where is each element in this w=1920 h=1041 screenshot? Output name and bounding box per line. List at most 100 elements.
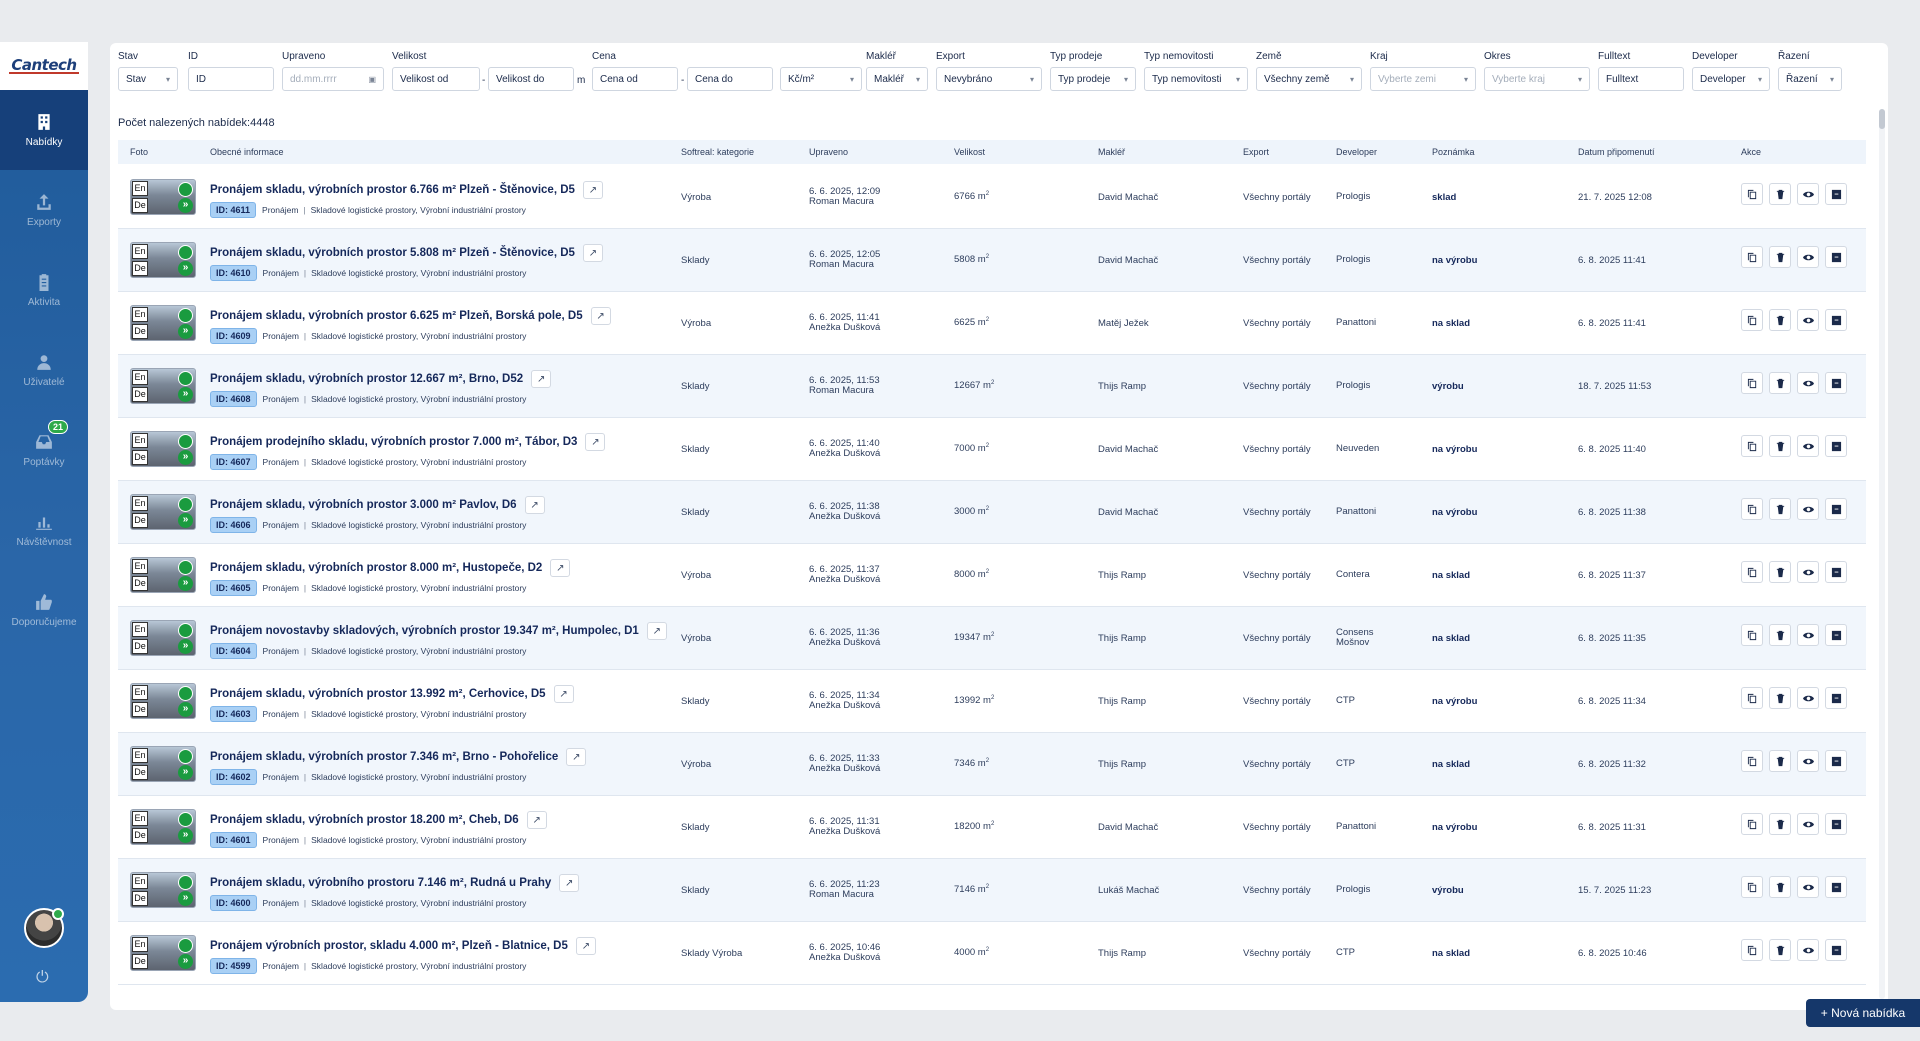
table-row[interactable]: En De » Pronájem novostavby skladových, …	[118, 607, 1866, 670]
broker-select[interactable]: Makléř ▾	[866, 67, 928, 91]
new-offer-button[interactable]: + Nová nabídka	[1806, 999, 1920, 1027]
property-photo[interactable]: En De »	[130, 305, 196, 341]
calendar-icon[interactable]: ▣	[364, 75, 376, 84]
table-row[interactable]: En De » Pronájem skladu, výrobních prost…	[118, 481, 1866, 544]
copy-button[interactable]	[1741, 561, 1763, 583]
offer-title[interactable]: Pronájem skladu, výrobních prostor 6.625…	[210, 307, 611, 325]
archive-button[interactable]	[1825, 561, 1847, 583]
preview-button[interactable]	[1797, 813, 1819, 835]
table-row[interactable]: En De » Pronájem skladu, výrobních prost…	[118, 733, 1866, 796]
property-photo[interactable]: En De »	[130, 494, 196, 530]
offer-title[interactable]: Pronájem skladu, výrobních prostor 18.20…	[210, 811, 547, 829]
preview-button[interactable]	[1797, 939, 1819, 961]
copy-button[interactable]	[1741, 687, 1763, 709]
delete-button[interactable]	[1769, 939, 1791, 961]
archive-button[interactable]	[1825, 750, 1847, 772]
sidebar-item-nabidky[interactable]: Nabídky	[0, 90, 88, 170]
sidebar-item-poptavky[interactable]: 21 Poptávky	[0, 410, 88, 490]
archive-button[interactable]	[1825, 372, 1847, 394]
developer-select[interactable]: Developer ▾	[1692, 67, 1770, 91]
copy-button[interactable]	[1741, 876, 1763, 898]
external-link-icon[interactable]: ↗	[559, 874, 580, 892]
scrollbar-thumb[interactable]	[1879, 109, 1885, 129]
preview-button[interactable]	[1797, 876, 1819, 898]
offer-title[interactable]: Pronájem skladu, výrobních prostor 3.000…	[210, 496, 545, 514]
preview-button[interactable]	[1797, 624, 1819, 646]
scrollbar-track[interactable]	[1879, 109, 1885, 999]
copy-button[interactable]	[1741, 372, 1763, 394]
external-link-icon[interactable]: ↗	[582, 244, 603, 262]
preview-button[interactable]	[1797, 309, 1819, 331]
sidebar-item-navstevnost[interactable]: Návštěvnost	[0, 490, 88, 570]
archive-button[interactable]	[1825, 246, 1847, 268]
preview-button[interactable]	[1797, 183, 1819, 205]
archive-button[interactable]	[1825, 183, 1847, 205]
preview-button[interactable]	[1797, 498, 1819, 520]
offer-title[interactable]: Pronájem skladu, výrobního prostoru 7.14…	[210, 874, 580, 892]
property-photo[interactable]: En De »	[130, 620, 196, 656]
external-link-icon[interactable]: ↗	[575, 937, 596, 955]
external-link-icon[interactable]: ↗	[646, 622, 667, 640]
table-row[interactable]: En De » Pronájem skladu, výrobního prost…	[118, 859, 1866, 922]
size-to-input[interactable]: Velikost do	[488, 67, 574, 91]
table-row[interactable]: En De » Pronájem skladu, výrobních prost…	[118, 229, 1866, 292]
property-photo[interactable]: En De »	[130, 746, 196, 782]
copy-button[interactable]	[1741, 183, 1763, 205]
delete-button[interactable]	[1769, 561, 1791, 583]
external-link-icon[interactable]: ↗	[566, 748, 587, 766]
currency-select[interactable]: Kč/m² ▾	[780, 67, 862, 91]
external-link-icon[interactable]: ↗	[553, 685, 574, 703]
price-from-input[interactable]: Cena od	[592, 67, 678, 91]
external-link-icon[interactable]: ↗	[550, 559, 571, 577]
offer-title[interactable]: Pronájem novostavby skladových, výrobníc…	[210, 622, 667, 640]
offer-title[interactable]: Pronájem prodejního skladu, výrobních pr…	[210, 433, 606, 451]
property-photo[interactable]: En De »	[130, 809, 196, 845]
table-row[interactable]: En De » Pronájem prodejního skladu, výro…	[118, 418, 1866, 481]
delete-button[interactable]	[1769, 687, 1791, 709]
archive-button[interactable]	[1825, 498, 1847, 520]
id-input[interactable]: ID	[188, 67, 274, 91]
avatar[interactable]	[24, 908, 64, 948]
delete-button[interactable]	[1769, 813, 1791, 835]
archive-button[interactable]	[1825, 813, 1847, 835]
stav-select[interactable]: Stav ▾	[118, 67, 178, 91]
offer-title[interactable]: Pronájem skladu, výrobních prostor 8.000…	[210, 559, 571, 577]
table-row[interactable]: En De » Pronájem skladu, výrobních prost…	[118, 166, 1866, 229]
copy-button[interactable]	[1741, 498, 1763, 520]
delete-button[interactable]	[1769, 183, 1791, 205]
table-row[interactable]: En De » Pronájem výrobních prostor, skla…	[118, 922, 1866, 985]
property-photo[interactable]: En De »	[130, 872, 196, 908]
table-row[interactable]: En De » Pronájem skladu, výrobních prost…	[118, 292, 1866, 355]
delete-button[interactable]	[1769, 876, 1791, 898]
external-link-icon[interactable]: ↗	[590, 307, 611, 325]
date-input[interactable]: dd.mm.rrrr ▣	[282, 67, 384, 91]
export-select[interactable]: Nevybráno ▾	[936, 67, 1042, 91]
preview-button[interactable]	[1797, 687, 1819, 709]
power-icon[interactable]: ⏻	[36, 969, 49, 987]
delete-button[interactable]	[1769, 624, 1791, 646]
offer-title[interactable]: Pronájem skladu, výrobních prostor 7.346…	[210, 748, 587, 766]
logo-container[interactable]: Cantech	[0, 42, 88, 90]
sidebar-item-uzivatele[interactable]: Uživatelé	[0, 330, 88, 410]
copy-button[interactable]	[1741, 813, 1763, 835]
copy-button[interactable]	[1741, 624, 1763, 646]
delete-button[interactable]	[1769, 498, 1791, 520]
sidebar-item-aktivita[interactable]: Aktivita	[0, 250, 88, 330]
archive-button[interactable]	[1825, 435, 1847, 457]
fulltext-input[interactable]: Fulltext	[1598, 67, 1684, 91]
archive-button[interactable]	[1825, 309, 1847, 331]
preview-button[interactable]	[1797, 246, 1819, 268]
sort-select[interactable]: Řazení ▾	[1778, 67, 1842, 91]
archive-button[interactable]	[1825, 876, 1847, 898]
sidebar-item-exporty[interactable]: Exporty	[0, 170, 88, 250]
copy-button[interactable]	[1741, 246, 1763, 268]
archive-button[interactable]	[1825, 939, 1847, 961]
preview-button[interactable]	[1797, 561, 1819, 583]
region-select[interactable]: Vyberte zemi ▾	[1370, 67, 1476, 91]
table-row[interactable]: En De » Pronájem skladu, výrobních prost…	[118, 355, 1866, 418]
table-row[interactable]: En De » Pronájem skladu, výrobních prost…	[118, 796, 1866, 859]
preview-button[interactable]	[1797, 372, 1819, 394]
copy-button[interactable]	[1741, 939, 1763, 961]
offer-title[interactable]: Pronájem výrobních prostor, skladu 4.000…	[210, 937, 596, 955]
archive-button[interactable]	[1825, 624, 1847, 646]
